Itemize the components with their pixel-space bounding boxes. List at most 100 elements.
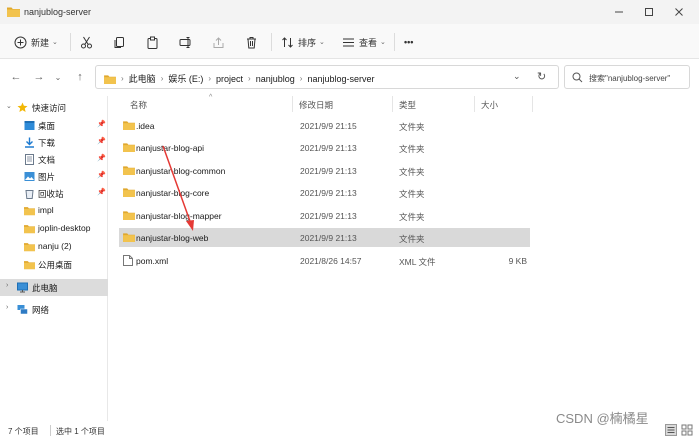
computer-icon [17,282,28,293]
expand-chevron-icon[interactable]: ⌄ [6,102,12,110]
chevron-right-icon: › [160,74,164,83]
file-date: 2021/9/9 21:13 [300,143,357,153]
paste-button[interactable] [146,32,159,52]
network-icon [17,305,28,315]
file-name: nanjustar-blog-web [136,233,209,243]
breadcrumb-project[interactable]: project [216,74,243,84]
nav-item-nanju-2[interactable]: nanju (2) [0,238,108,255]
forward-button[interactable]: → [31,69,47,85]
nav-item-joplin-desktop[interactable]: joplin-desktop [0,220,108,237]
column-header-size[interactable]: 大小 [481,96,498,114]
pin-icon: 📌 [97,121,106,128]
window-title: nanjublog-server [24,7,92,17]
column-divider[interactable] [392,96,393,112]
details-view-icon[interactable] [665,424,677,436]
toolbar-divider [70,33,71,51]
expand-chevron-icon[interactable]: › [6,304,8,311]
nav-item-public-desktop[interactable]: 公用桌面 [0,256,108,273]
navigation-pane: ⌄ 快速访问 桌面 📌 下载 📌 文档 📌 图片 📌 回收站 📌 impl jo… [0,96,108,421]
address-dropdown-icon[interactable]: ⌄ [513,71,521,82]
sort-icon [282,36,293,48]
trash-icon [247,36,256,48]
nav-label: joplin-desktop [38,223,91,233]
view-button[interactable]: 查看 ⌄ [342,32,386,52]
chevron-right-icon: › [208,74,212,83]
column-header-type[interactable]: 类型 [399,96,416,114]
delete-button[interactable] [245,32,258,52]
file-type: 文件夹 [399,122,425,132]
nav-label: 下载 [38,138,56,148]
new-button-label: 新建 [31,37,50,48]
breadcrumb-drive[interactable]: 娱乐 (E:) [168,72,203,85]
file-row[interactable]: nanjustar-blog-common 2021/9/9 21:13 文件夹 [119,161,530,180]
arrow-left-icon: ← [10,71,22,83]
chevron-down-icon: ⌄ [54,72,62,82]
copy-button[interactable] [113,32,126,52]
folder-icon [123,188,135,197]
file-type: 文件夹 [399,234,425,244]
back-button[interactable]: ← [8,69,24,85]
breadcrumb-nanjublog[interactable]: nanjublog [256,74,295,84]
file-date: 2021/9/9 21:13 [300,233,357,243]
breadcrumb-this-pc[interactable]: 此电脑 [129,72,156,85]
share-button[interactable] [212,32,225,52]
file-size: 9 KB [508,256,527,266]
cut-button[interactable] [80,32,93,52]
file-row-selected[interactable]: nanjustar-blog-web 2021/9/9 21:13 文件夹 [119,228,530,247]
file-row[interactable]: .idea 2021/9/9 21:15 文件夹 [119,116,530,135]
column-divider[interactable] [292,96,293,112]
nav-label: 快速访问 [32,103,67,113]
scissors-icon [81,36,92,48]
nav-label: 此电脑 [32,283,58,293]
file-name: nanjustar-blog-api [136,143,205,153]
file-row[interactable]: nanjustar-blog-api 2021/9/9 21:13 文件夹 [119,138,530,157]
download-icon [25,137,34,148]
refresh-icon[interactable]: ↻ [537,70,546,83]
close-button[interactable] [664,0,694,24]
nav-label: 网络 [32,305,50,315]
chevron-right-icon: › [299,74,303,83]
nav-item-impl[interactable]: impl [0,202,108,219]
nav-this-pc[interactable]: › 此电脑 [0,279,108,296]
file-row[interactable]: pom.xml 2021/8/26 14:57 XML 文件 9 KB [119,251,530,270]
search-icon [572,72,583,83]
tiles-view-icon[interactable] [681,424,693,436]
share-icon [213,36,224,48]
nav-label: nanju (2) [38,241,72,251]
title-bar: nanjublog-server [0,0,699,24]
address-bar[interactable]: › 此电脑 › 娱乐 (E:) › project › nanjublog › … [95,65,559,89]
recent-locations-button[interactable]: ⌄ [50,69,66,85]
item-count: 7 个项目 [8,427,39,436]
search-input[interactable]: 搜索"nanjublog-server" [564,65,690,89]
nav-item-documents[interactable]: 文档 📌 [0,151,108,168]
nav-item-desktop[interactable]: 桌面 📌 [0,117,108,134]
nav-item-pictures[interactable]: 图片 📌 [0,168,108,185]
expand-chevron-icon[interactable]: › [6,282,8,289]
chevron-right-icon: › [121,74,124,83]
file-name: nanjustar-blog-core [136,188,210,198]
file-row[interactable]: nanjustar-blog-mapper 2021/9/9 21:13 文件夹 [119,206,530,225]
nav-quick-access[interactable]: ⌄ 快速访问 [0,99,108,116]
nav-item-recycle-bin[interactable]: 回收站 📌 [0,185,108,202]
column-divider[interactable] [474,96,475,112]
up-button[interactable]: ↑ [72,69,88,85]
rename-button[interactable] [179,32,192,52]
new-button[interactable]: 新建 ⌄ [14,32,58,52]
minimize-icon [615,11,623,13]
file-date: 2021/9/9 21:13 [300,166,357,176]
command-bar: 新建 ⌄ 排序 ⌄ 查看 ⌄ ••• [0,24,699,59]
more-options-button[interactable]: ••• [404,32,413,52]
column-header-name[interactable]: 名称 [130,96,147,114]
maximize-button[interactable] [634,0,664,24]
sort-button[interactable]: 排序 ⌄ [281,32,325,52]
minimize-button[interactable] [604,0,634,24]
breadcrumb-nanjublog-server[interactable]: nanjublog-server [307,74,374,84]
column-divider[interactable] [532,96,533,112]
column-header-date[interactable]: 修改日期 [299,96,333,114]
nav-label: 图片 [38,172,56,182]
file-date: 2021/9/9 21:13 [300,188,357,198]
file-row[interactable]: nanjustar-blog-core 2021/9/9 21:13 文件夹 [119,183,530,202]
nav-network[interactable]: › 网络 [0,301,108,318]
nav-item-downloads[interactable]: 下载 📌 [0,134,108,151]
arrow-up-icon: ↑ [77,71,83,83]
